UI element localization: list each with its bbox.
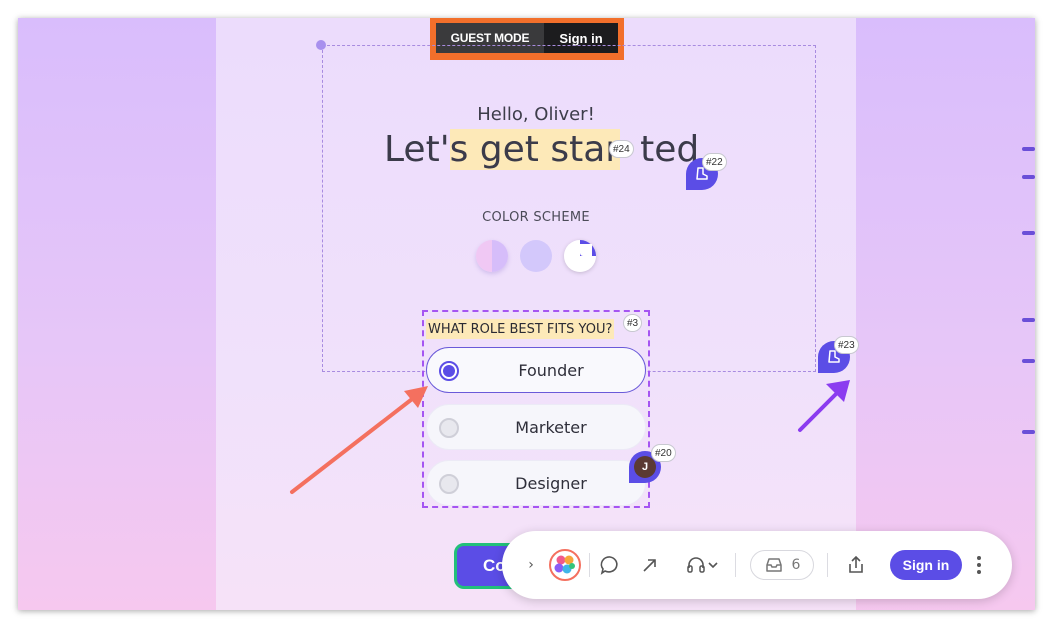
annotation-tag[interactable]: #3 — [623, 314, 643, 332]
side-marker — [1022, 359, 1035, 363]
page-title: Let' s get star ted — [384, 124, 699, 174]
annotation-tag[interactable]: #20 — [651, 444, 676, 462]
more-vertical-icon[interactable] — [972, 553, 986, 577]
app-window: GUEST MODE Sign in Hello, Oliver! Let' s … — [18, 18, 1035, 610]
inbox-button[interactable]: 6 — [750, 550, 814, 580]
role-option-marketer[interactable]: Marketer — [426, 404, 646, 450]
annotation-tag[interactable]: #24 — [609, 140, 634, 158]
side-marker — [1022, 147, 1035, 151]
side-marker — [1022, 175, 1035, 179]
signin-button[interactable]: Sign in — [890, 550, 962, 580]
color-swatch-lavender[interactable] — [520, 240, 552, 272]
radio-unselected[interactable] — [439, 418, 459, 438]
title-part: Let' — [384, 128, 450, 170]
title-highlight: s get star — [449, 128, 621, 170]
annotation-tag[interactable]: #22 — [702, 153, 727, 171]
side-marker — [1022, 318, 1035, 322]
app-logo-icon[interactable] — [548, 548, 582, 582]
greeting-text: Hello, Oliver! — [477, 104, 595, 125]
color-swatch-dark[interactable] — [564, 240, 596, 272]
comment-icon[interactable] — [598, 553, 622, 577]
color-swatch-split[interactable] — [476, 240, 508, 272]
toolbar-divider — [827, 553, 828, 577]
radio-unselected[interactable] — [439, 474, 459, 494]
selection-handle[interactable] — [316, 40, 326, 50]
chevron-down-icon — [708, 562, 718, 569]
inbox-icon — [765, 558, 782, 572]
role-option-founder[interactable]: Founder — [426, 347, 646, 393]
headset-dropdown[interactable] — [682, 553, 722, 577]
role-option-label: Marketer — [515, 417, 587, 437]
role-option-label: Founder — [518, 360, 584, 380]
share-icon[interactable] — [844, 553, 868, 577]
chevron-right-icon[interactable]: › — [524, 555, 538, 575]
radio-selected[interactable] — [439, 361, 459, 381]
toolbar-divider — [735, 553, 736, 577]
role-option-label: Designer — [515, 473, 587, 493]
inbox-count: 6 — [791, 557, 801, 573]
toolbar-divider — [589, 553, 590, 577]
annotation-tag[interactable]: #23 — [834, 336, 859, 354]
headset-icon — [687, 557, 705, 573]
side-marker — [1022, 430, 1035, 434]
floating-toolbar: › 6 Sign in — [502, 531, 1012, 599]
color-scheme-label: COLOR SCHEME — [482, 210, 590, 225]
role-option-designer[interactable]: Designer — [426, 460, 646, 506]
arrow-tool-icon[interactable] — [638, 553, 662, 577]
role-question: WHAT ROLE BEST FITS YOU? — [426, 319, 615, 339]
side-marker — [1022, 231, 1035, 235]
